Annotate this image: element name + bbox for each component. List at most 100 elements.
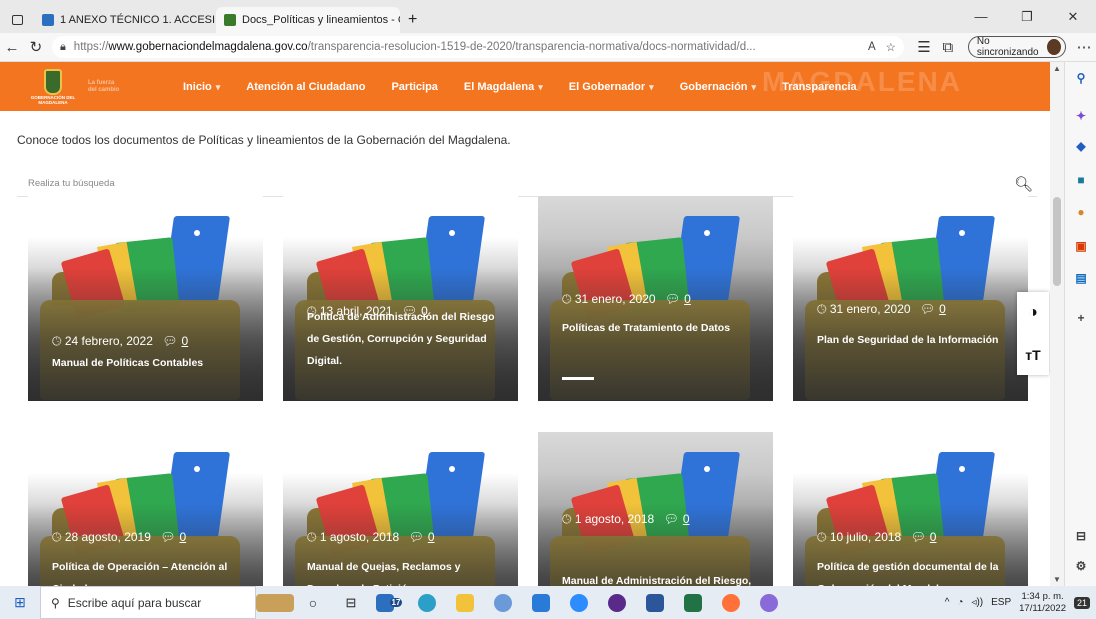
tab-actions[interactable] [0,7,34,33]
comment-icon: 💬︎ [910,530,926,544]
mail-icon[interactable]: 17 [370,586,408,619]
office-icon[interactable]: ▣ [1073,238,1089,254]
document-card[interactable]: 🕓︎ 1 agosto, 2018 💬︎ 0 Manual de Administr… [538,432,773,586]
lock-icon: 🔒︎ [59,40,66,53]
minimize-button[interactable]: — [958,0,1004,33]
menu-item-label: El Magdalena [463,80,535,93]
menu-item-label: Inicio [183,80,212,93]
menu-item-0[interactable]: Inicio ▾ [170,81,233,93]
briefcase-icon[interactable]: ■ [1073,172,1089,188]
collections-icon[interactable]: ⧉ [936,39,960,56]
card-date: 1 agosto, 2018 [319,530,400,544]
card-comments[interactable]: 0 [179,530,186,544]
back-arrow-icon[interactable]: ← [0,39,24,56]
task-view-icon[interactable]: ⊟ [332,586,370,619]
menu-item-4[interactable]: El Gobernador ▾ [556,81,667,93]
gobernacion-favicon-icon [224,13,236,26]
read-aloud-icon[interactable]: A [862,41,876,53]
cortana-icon[interactable]: ○ [294,586,332,619]
close-window-button[interactable]: ✕ [1050,0,1096,33]
sync-button[interactable]: No sincronizando [967,36,1067,58]
document-card[interactable]: 🕓︎ 24 febrero, 2022 💬︎ 0 Manual de Polític… [28,196,263,401]
card-title[interactable]: Manual de Administración del Riesgo, Gob… [562,570,752,586]
card-comments[interactable]: 0 [930,530,937,544]
search-icon[interactable]: 🔍︎ [1014,175,1037,193]
file-explorer-icon[interactable] [446,586,484,619]
card-comments[interactable]: 0 [181,334,188,348]
favorites-icon[interactable]: ☰ [912,38,936,56]
taskbar-clock[interactable]: 1:34 p. m. 17/11/2022 [1019,591,1066,615]
document-card[interactable]: 🕓︎ 10 julio, 2018 💬︎ 0 Política de gestión… [793,432,1028,586]
tab-docs[interactable]: Docs_Políticas y lineamientos - G ✕ [216,6,400,33]
scroll-down-icon[interactable]: ▼ [1053,575,1061,584]
scrollbar-thumb[interactable] [1053,197,1061,286]
windows-start-icon[interactable]: ⊞ [0,594,40,611]
language-indicator[interactable]: ESP [991,597,1011,608]
contrast-icon[interactable]: ◑ [1028,304,1038,322]
card-date: 24 febrero, 2022 [64,334,153,348]
card-title[interactable]: Política de Administración del Riesgo de… [307,306,497,372]
search-icon[interactable]: ⚲ [1073,70,1089,86]
text-size-icon[interactable]: тT [1025,347,1040,363]
card-comments[interactable]: 0 [683,512,690,526]
paint-icon[interactable] [484,586,522,619]
outlook-icon[interactable]: ▤ [1073,270,1089,286]
search-bar[interactable]: Realiza tu búsqueda 🔍︎ [17,171,1037,197]
site-logo[interactable]: GOBERNACIÓN DEL MAGDALENA La fuerza del … [0,62,170,111]
url-field[interactable]: 🔒︎ https://www.gobernaciondelmagdalena.g… [51,36,904,58]
menu-item-5[interactable]: Gobernación ▾ [667,81,769,93]
excel-icon[interactable] [674,586,712,619]
crest-icon [44,68,62,95]
chevron-up-icon[interactable]: ^ [945,597,950,608]
store-icon[interactable] [522,586,560,619]
notifications-icon[interactable]: 21 [1073,596,1090,609]
menu-item-1[interactable]: Atención al Ciudadano [233,81,378,93]
more-menu-icon[interactable]: ⋯ [1072,38,1096,56]
tab-anexo[interactable]: 1 ANEXO TÉCNICO 1. ACCESIBIL ✕ [34,7,216,33]
page-scrollbar[interactable]: ▲ ▼ [1050,62,1064,586]
card-date: 31 enero, 2020 [829,302,911,316]
menu-item-2[interactable]: Participa [378,81,450,93]
document-card[interactable]: 🕓︎ 28 agosto, 2019 💬︎ 0 Política de Operac… [28,432,263,586]
zoom-icon[interactable] [560,586,598,619]
document-card[interactable]: 🕓︎ 13 abril, 2021 💬︎ 0 Política de Adminis… [283,196,518,401]
clock-time: 1:34 p. m. [1021,590,1064,602]
word-icon[interactable] [636,586,674,619]
windows-taskbar: ⊞ ⚲ Escribe aquí para buscar ○ ⊟ 17 ^ ◔ … [0,586,1096,619]
card-comments[interactable]: 0 [939,302,946,316]
sidebar-toggle-icon[interactable]: ⊟ [1073,528,1089,544]
tag-icon[interactable]: ◆ [1073,138,1089,154]
new-tab-button[interactable]: + [400,7,425,33]
network-icon[interactable]: ◔ [957,597,963,608]
card-title[interactable]: Manual de Quejas, Reclamos y Derechos de… [307,556,497,586]
news-widget-icon[interactable] [256,586,294,619]
add-icon[interactable]: + [1073,310,1089,326]
card-comments[interactable]: 0 [428,530,435,544]
restore-button[interactable]: ❐ [1004,0,1050,33]
card-comments[interactable]: 0 [684,292,691,306]
menu-item-3[interactable]: El Magdalena ▾ [451,81,556,93]
card-title[interactable]: Manual de Políticas Contables [52,352,242,374]
browser-tab-bar: 1 ANEXO TÉCNICO 1. ACCESIBIL ✕ Docs_Polí… [0,0,1096,33]
favorite-star-icon[interactable]: ☆ [886,40,896,54]
snip-icon[interactable] [750,586,788,619]
card-title[interactable]: Política de gestión documental de la Gob… [817,556,1007,586]
card-title[interactable]: Políticas de Tratamiento de Datos [562,317,752,339]
search-input[interactable]: Realiza tu búsqueda [17,178,115,189]
people-icon[interactable]: ● [1073,204,1089,220]
document-card[interactable]: 🕓︎ 31 enero, 2020 💬︎ 0 Políticas de Tratam… [538,196,773,401]
document-card[interactable]: 🕓︎ 31 enero, 2020 💬︎ 0 Plan de Seguridad d… [793,196,1028,401]
tab-label: 1 ANEXO TÉCNICO 1. ACCESIBIL [60,13,216,26]
card-title[interactable]: Política de Operación – Atención al Ciud… [52,556,242,586]
scroll-up-icon[interactable]: ▲ [1053,64,1061,73]
edge-icon[interactable] [408,586,446,619]
firefox-icon[interactable] [712,586,750,619]
card-title[interactable]: Plan de Seguridad de la Información [817,329,1007,351]
document-card[interactable]: 🕓︎ 1 agosto, 2018 💬︎ 0 Manual de Quejas, R… [283,432,518,586]
taskbar-search[interactable]: ⚲ Escribe aquí para buscar [40,586,256,619]
sparkle-icon[interactable]: ✦ [1073,108,1089,124]
settings-gear-icon[interactable]: ⚙ [1073,558,1089,574]
refresh-icon[interactable]: ↻ [24,38,48,56]
volume-icon[interactable]: ◃)) [971,597,983,608]
job-city-icon[interactable] [598,586,636,619]
